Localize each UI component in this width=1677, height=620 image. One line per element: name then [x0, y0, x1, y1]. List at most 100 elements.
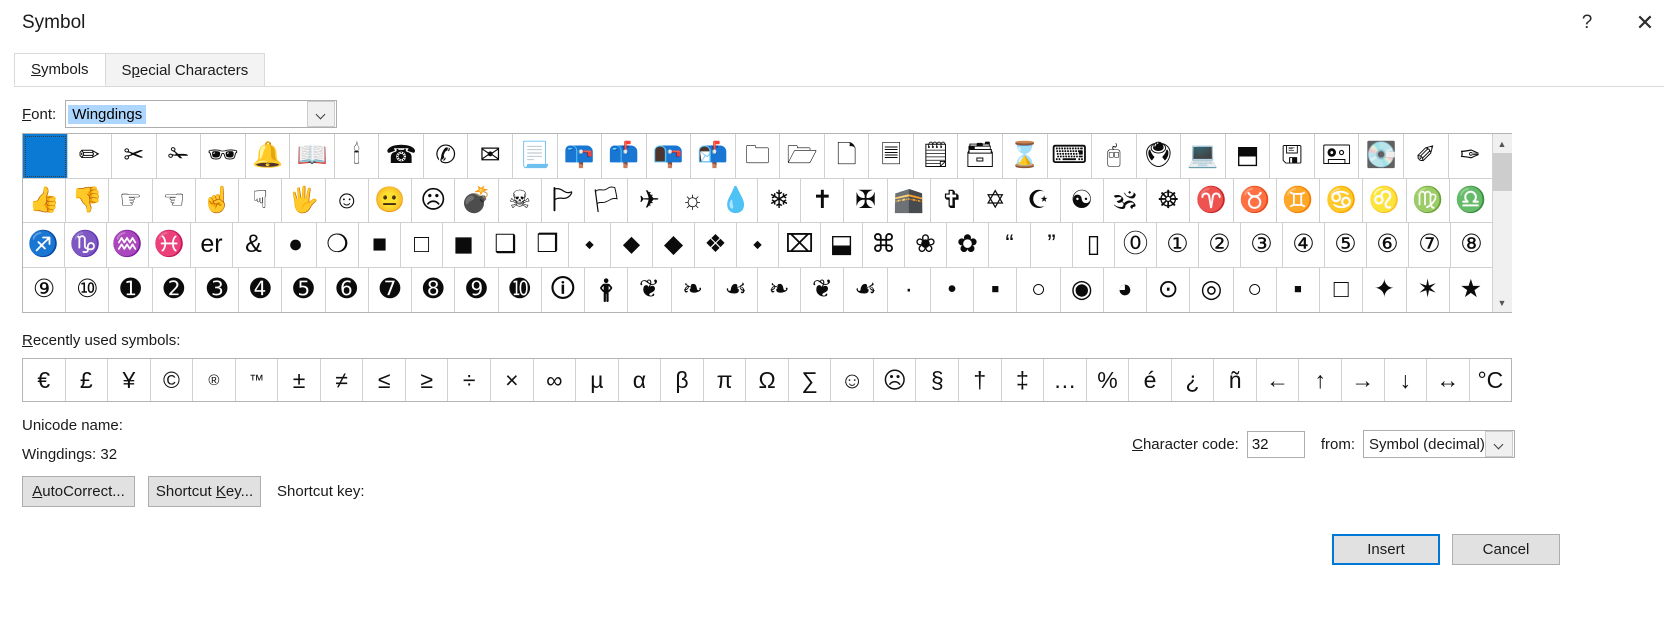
symbol-cell[interactable]: ❍	[317, 223, 359, 268]
symbol-cell[interactable]: 😐	[368, 178, 413, 223]
symbol-cell[interactable]: 🖲	[1136, 134, 1182, 179]
symbol-cell[interactable]: 📖	[290, 134, 335, 179]
recent-symbol-cell[interactable]: £	[66, 359, 109, 401]
symbol-cell[interactable]: 📬	[691, 134, 736, 179]
symbol-cell[interactable]: ⬒	[1225, 134, 1271, 179]
symbol-cell[interactable]: ♊	[1276, 178, 1321, 223]
symbol-cell[interactable]: er	[191, 223, 233, 268]
symbol-cell[interactable]: 🗒	[913, 134, 959, 179]
symbol-cell[interactable]: ✉	[468, 134, 514, 179]
symbol-cell[interactable]: ⬓	[821, 223, 863, 268]
symbol-cell[interactable]: 📃	[513, 134, 558, 179]
symbol-cell[interactable]: ❑	[485, 223, 527, 268]
symbol-cell[interactable]: 🛈	[542, 267, 586, 312]
symbol-cell[interactable]: &	[233, 223, 275, 268]
symbol-cell[interactable]: 👎	[66, 178, 110, 223]
symbol-cell[interactable]: 💽	[1359, 134, 1404, 179]
close-icon[interactable]: ✕	[1613, 0, 1677, 46]
recent-symbol-cell[interactable]: ↔	[1427, 359, 1470, 401]
symbol-cell[interactable]: ♉	[1233, 178, 1277, 223]
symbol-cell[interactable]: ♐	[23, 223, 65, 268]
symbol-cell[interactable]: ◕	[1104, 267, 1148, 312]
tab-symbols[interactable]: Symbols	[14, 53, 106, 86]
symbol-cell[interactable]: ✿	[947, 223, 989, 268]
symbol-cell[interactable]: ☙	[715, 267, 758, 312]
insert-button[interactable]: Insert	[1332, 534, 1440, 565]
symbol-grid[interactable]: ✏ ✂ ✁ 🕶 🔔 📖 🕯 ☎ ✆ ✉ 📃 📪 📫 📭 📬 🗀 🗁 🗋 🗏 🗒 🗃 ⌛ ⌨ 🖰 🖲 💻 ⬒ 🖫 🖭 💽 ✐ ✑ 👍 👎 ☞ ☜ ☝ ☟ 🖐 ☺…	[23, 134, 1493, 313]
recent-symbol-cell[interactable]: ÷	[448, 359, 492, 401]
symbol-cell[interactable]: 🗀	[735, 134, 781, 179]
recent-symbol-cell[interactable]: €	[23, 359, 66, 401]
recent-symbol-cell[interactable]: ®	[193, 359, 236, 401]
symbol-cell[interactable]: 💣	[455, 178, 499, 223]
symbol-cell[interactable]: ➑	[412, 267, 456, 312]
symbol-cell[interactable]: ▪	[1277, 267, 1321, 312]
symbol-cell[interactable]: ⓪	[1115, 223, 1157, 268]
symbol-cell[interactable]: ❦	[801, 267, 845, 312]
symbol-cell[interactable]: 🖐	[282, 178, 326, 223]
symbol-cell[interactable]: 🕋	[887, 178, 931, 223]
symbol-cell[interactable]: ♈	[1190, 178, 1234, 223]
symbol-cell[interactable]: 🗏	[869, 134, 914, 179]
recent-symbol-cell[interactable]: é	[1129, 359, 1172, 401]
recent-symbol-cell[interactable]: ≥	[406, 359, 449, 401]
symbol-cell[interactable]: ✡	[974, 178, 1018, 223]
symbol-cell[interactable]: ➒	[455, 267, 499, 312]
symbol-cell[interactable]: ■	[359, 223, 401, 268]
symbol-cell[interactable]: 🕶	[201, 134, 246, 179]
shortcut-key-button[interactable]: Shortcut Key...	[148, 476, 261, 507]
chevron-down-icon[interactable]	[1485, 431, 1513, 457]
symbol-cell[interactable]: 🗋	[824, 134, 870, 179]
chevron-down-icon[interactable]	[307, 101, 336, 127]
scroll-down-icon[interactable]: ▼	[1492, 293, 1512, 312]
symbol-cell[interactable]: ☝	[195, 178, 240, 223]
symbol-cell[interactable]: “	[989, 223, 1031, 268]
symbol-cell[interactable]: 💻	[1181, 134, 1226, 179]
symbol-cell[interactable]: ”	[1031, 223, 1073, 268]
symbol-cell[interactable]: 🖫	[1270, 134, 1315, 179]
symbol-cell[interactable]: ☯	[1060, 178, 1104, 223]
symbol-cell[interactable]: ➓	[499, 267, 542, 312]
from-combobox[interactable]: Symbol (decimal)	[1363, 430, 1515, 458]
symbol-cell[interactable]: ✠	[844, 178, 888, 223]
symbol-cell[interactable]: ✈	[628, 178, 672, 223]
symbol-cell[interactable]: ★	[1450, 268, 1492, 313]
symbol-cell[interactable]: ➏	[326, 267, 369, 312]
symbol-cell[interactable]: ✐	[1403, 134, 1449, 179]
recent-symbol-cell[interactable]: ‡	[1002, 359, 1045, 401]
recent-symbol-cell[interactable]: β	[661, 359, 704, 401]
symbol-cell[interactable]: ❖	[695, 223, 737, 268]
symbol-cell[interactable]: ▪	[974, 267, 1018, 312]
symbol-cell[interactable]: ○	[1017, 267, 1061, 312]
recent-symbol-cell[interactable]: ☺	[831, 359, 874, 401]
symbol-cell[interactable]: ❧	[758, 267, 802, 312]
recent-symbol-cell[interactable]: µ	[576, 359, 619, 401]
recent-symbol-cell[interactable]: ™	[236, 359, 279, 401]
recent-symbol-cell[interactable]: ∞	[534, 359, 577, 401]
recent-symbol-cell[interactable]: α	[619, 359, 662, 401]
symbol-cell[interactable]: ❒	[527, 223, 569, 268]
symbol-cell[interactable]: ➐	[369, 267, 413, 312]
recently-used-symbols[interactable]: € £ ¥ © ® ™ ± ≠ ≤ ≥ ÷ × ∞ µ α β π Ω ∑ ☺ ☹ § † ‡…% é ¿ ñ ← ↑ → ↓ ↔ °C	[22, 358, 1512, 402]
symbol-cell[interactable]: 📫	[602, 134, 647, 179]
symbol-cell[interactable]: ⑤	[1325, 223, 1367, 268]
symbol-grid-scrollbar[interactable]: ▲ ▼	[1492, 134, 1512, 312]
symbol-cell[interactable]	[23, 134, 68, 179]
symbol-cell[interactable]: ✂	[112, 134, 157, 179]
symbol-cell[interactable]: ✁	[156, 134, 202, 179]
symbol-cell[interactable]: ✆	[423, 134, 469, 179]
symbol-cell[interactable]: ♓	[149, 223, 191, 268]
symbol-cell[interactable]: ♍	[1406, 178, 1450, 223]
symbol-cell[interactable]: ✦	[1363, 267, 1407, 312]
symbol-cell[interactable]: ❦	[628, 267, 672, 312]
recent-symbol-cell[interactable]: ¥	[108, 359, 151, 401]
symbol-cell[interactable]: ⌛	[1003, 134, 1048, 179]
symbol-cell[interactable]: ☼	[671, 178, 715, 223]
symbol-cell[interactable]: ⬩	[569, 223, 611, 268]
recent-symbol-cell[interactable]: ©	[151, 359, 194, 401]
symbol-cell[interactable]: ◎	[1190, 267, 1234, 312]
recent-symbol-cell[interactable]: Ω	[746, 359, 789, 401]
recent-symbol-cell[interactable]: ☹	[874, 359, 917, 401]
symbol-cell[interactable]: 🖰	[1092, 134, 1137, 179]
cancel-button[interactable]: Cancel	[1452, 534, 1560, 565]
